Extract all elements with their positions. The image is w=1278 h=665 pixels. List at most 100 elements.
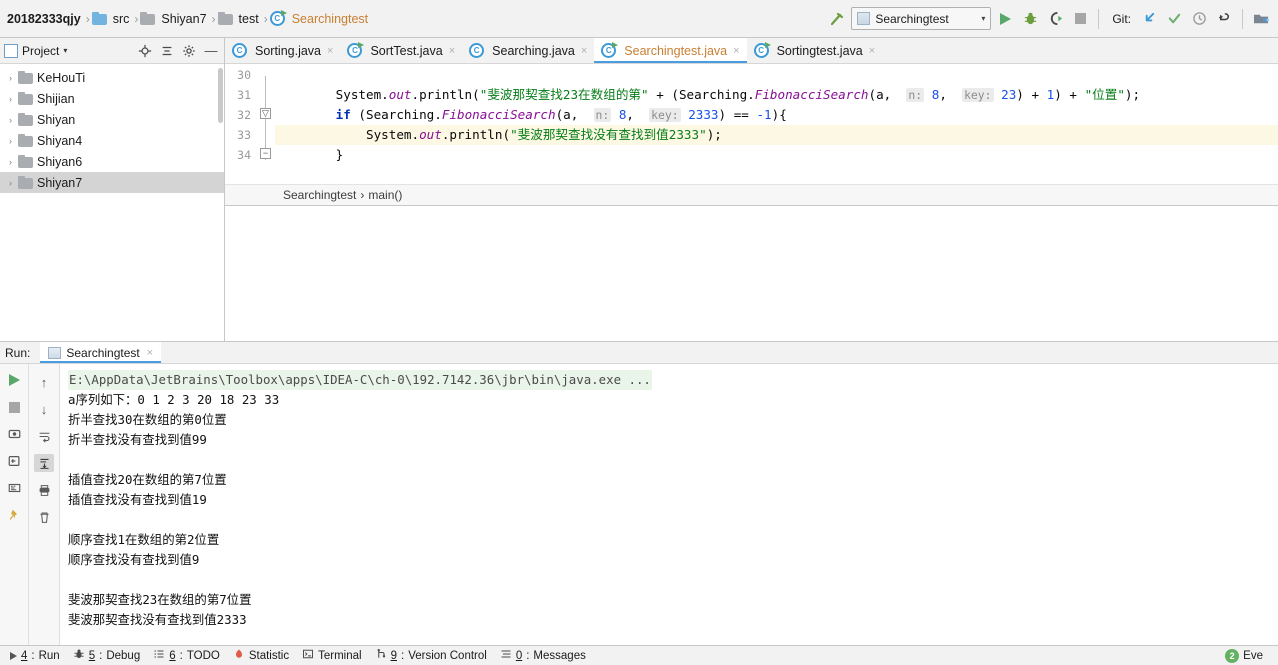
navbar-actions: Searchingtest ▾ Git: [826, 7, 1272, 30]
project-tree[interactable]: › KeHouTi › Shijian › Shiyan › Shiyan4 ›… [0, 64, 224, 341]
status-colon: : [179, 649, 183, 662]
console-output-line: 斐波那契查找没有查找到值2333 [68, 612, 247, 627]
editor-tab-searching[interactable]: C Searching.java × [462, 38, 594, 63]
code-token: (a, [868, 87, 907, 102]
pin-tab-icon[interactable] [4, 506, 24, 524]
tree-item-shiyan7[interactable]: › Shiyan7 [0, 172, 224, 193]
status-item-version-control[interactable]: 9: Version Control [371, 648, 496, 663]
run-with-coverage-button[interactable] [1044, 8, 1066, 30]
console-output-line: 顺序查找1在数组的第2位置 [68, 532, 220, 547]
close-icon[interactable]: × [581, 45, 587, 57]
scroll-down-icon[interactable]: ↓ [34, 400, 54, 418]
hammer-icon[interactable] [826, 8, 848, 30]
breadcrumb-item-searchingtest[interactable]: Searchingtest [289, 12, 371, 26]
editor-tab-sorting[interactable]: C Sorting.java × [225, 38, 340, 63]
close-icon[interactable]: × [147, 347, 153, 359]
close-icon[interactable]: × [869, 45, 875, 57]
tree-item-shiyan[interactable]: › Shiyan [0, 109, 224, 130]
run-button[interactable] [994, 8, 1016, 30]
soft-wrap-icon[interactable] [34, 427, 54, 445]
status-label: Terminal [318, 649, 362, 662]
git-rollback-button[interactable] [1213, 8, 1235, 30]
scroll-to-end-icon[interactable] [34, 454, 54, 472]
chevron-right-icon[interactable]: › [4, 136, 17, 146]
clear-all-icon[interactable] [34, 508, 54, 526]
print-icon[interactable] [34, 481, 54, 499]
editor-breadcrumb-class[interactable]: Searchingtest [283, 188, 356, 202]
run-tab-label: Searchingtest [66, 345, 140, 360]
code-line[interactable]: System.out.println("斐波那契查找23在数组的第" + (Se… [275, 85, 1278, 105]
chevron-down-icon[interactable]: ▾ [63, 46, 67, 55]
hide-icon[interactable]: — [202, 42, 220, 60]
git-commit-button[interactable] [1163, 8, 1185, 30]
status-item-statistic[interactable]: Statistic [229, 648, 298, 663]
breadcrumb-item-src[interactable]: src [110, 12, 133, 26]
java-runnable-class-icon: C [347, 42, 365, 58]
run-configuration-selector[interactable]: Searchingtest ▾ [851, 7, 992, 30]
breadcrumb-item-shiyan7[interactable]: Shiyan7 [158, 12, 209, 26]
rerun-icon[interactable] [4, 371, 24, 389]
restore-layout-icon[interactable] [4, 452, 24, 470]
status-item-terminal[interactable]: Terminal [298, 648, 370, 663]
breadcrumb: 20182333qjy › src › Shiyan7 › test › C S… [4, 0, 371, 37]
chevron-right-icon[interactable]: › [4, 115, 17, 125]
editor-breadcrumb: Searchingtest › main() [225, 184, 1278, 206]
status-item-todo[interactable]: 6: TODO [149, 648, 229, 663]
stop-icon[interactable] [4, 398, 24, 416]
status-item-run[interactable]: 4: Run [6, 650, 69, 662]
code-token: ); [706, 127, 722, 142]
collapse-all-icon[interactable] [158, 42, 176, 60]
close-icon[interactable]: × [327, 45, 333, 57]
close-icon[interactable]: × [733, 45, 739, 57]
parameter-hint: n: [593, 108, 612, 122]
chevron-right-icon[interactable]: › [4, 73, 17, 83]
tree-item-shiyan6[interactable]: › Shiyan6 [0, 151, 224, 172]
editor-breadcrumb-method[interactable]: main() [368, 188, 402, 202]
debug-button[interactable] [1019, 8, 1041, 30]
code-editor[interactable]: 30 31 32 33 34 ▽ − System.out.println("斐… [225, 64, 1278, 184]
git-history-button[interactable] [1188, 8, 1210, 30]
run-tab-searchingtest[interactable]: Searchingtest × [40, 342, 162, 363]
folder-icon [18, 155, 33, 168]
code-text[interactable]: System.out.println("斐波那契查找23在数组的第" + (Se… [275, 64, 1278, 184]
editor-tab-sortingtest[interactable]: C Sortingtest.java × [747, 38, 883, 63]
code-line[interactable]: if (Searching.FibonacciSearch(a, n: 8, k… [275, 105, 1278, 125]
fold-marker-icon[interactable]: ▽ [260, 108, 271, 119]
code-line[interactable]: } [275, 145, 1278, 165]
git-branches-button[interactable] [1250, 8, 1272, 30]
tree-item-shijian[interactable]: › Shijian [0, 88, 224, 109]
console-icon[interactable] [4, 479, 24, 497]
messages-icon [500, 648, 512, 663]
status-item-messages[interactable]: 0: Messages [496, 648, 595, 663]
editor-area: C Sorting.java × C SortTest.java × C Sea… [225, 38, 1278, 341]
tree-item-shiyan4[interactable]: › Shiyan4 [0, 130, 224, 151]
statistic-icon [233, 648, 245, 663]
git-update-button[interactable] [1138, 8, 1160, 30]
project-panel-title[interactable]: Project [22, 44, 59, 58]
gear-icon[interactable] [180, 42, 198, 60]
breadcrumb-item-test[interactable]: test [236, 12, 262, 26]
console-output-line: 顺序查找没有查找到值9 [68, 552, 200, 567]
scroll-up-icon[interactable]: ↑ [34, 373, 54, 391]
stop-button[interactable] [1069, 8, 1091, 30]
editor-tab-sorttest[interactable]: C SortTest.java × [340, 38, 462, 63]
code-line[interactable] [275, 65, 1278, 85]
code-token: FibonacciSearch [441, 107, 556, 122]
status-item-debug[interactable]: 5: Debug [69, 648, 150, 663]
tree-item-kehouti[interactable]: › KeHouTi [0, 67, 224, 88]
locate-icon[interactable] [136, 42, 154, 60]
editor-tab-searchingtest[interactable]: C Searchingtest.java × [594, 38, 747, 63]
chevron-right-icon[interactable]: › [4, 94, 17, 104]
status-item-event-log[interactable]: 2 Eve [1221, 648, 1272, 663]
chevron-right-icon[interactable]: › [4, 157, 17, 167]
project-scrollbar[interactable] [218, 68, 223, 123]
breadcrumb-item-module[interactable]: 20182333qjy [4, 12, 84, 26]
console-output[interactable]: E:\AppData\JetBrains\Toolbox\apps\IDEA-C… [60, 364, 1278, 645]
code-line[interactable]: System.out.println("斐波那契查找没有查找到值2333"); [275, 125, 1278, 145]
close-icon[interactable]: × [449, 45, 455, 57]
fold-marker-icon[interactable]: − [260, 148, 271, 159]
dump-threads-icon[interactable] [4, 425, 24, 443]
chevron-right-icon[interactable]: › [4, 178, 17, 188]
fold-gutter[interactable]: ▽ − [257, 64, 275, 184]
project-panel-header: Project ▾ — [0, 38, 224, 64]
